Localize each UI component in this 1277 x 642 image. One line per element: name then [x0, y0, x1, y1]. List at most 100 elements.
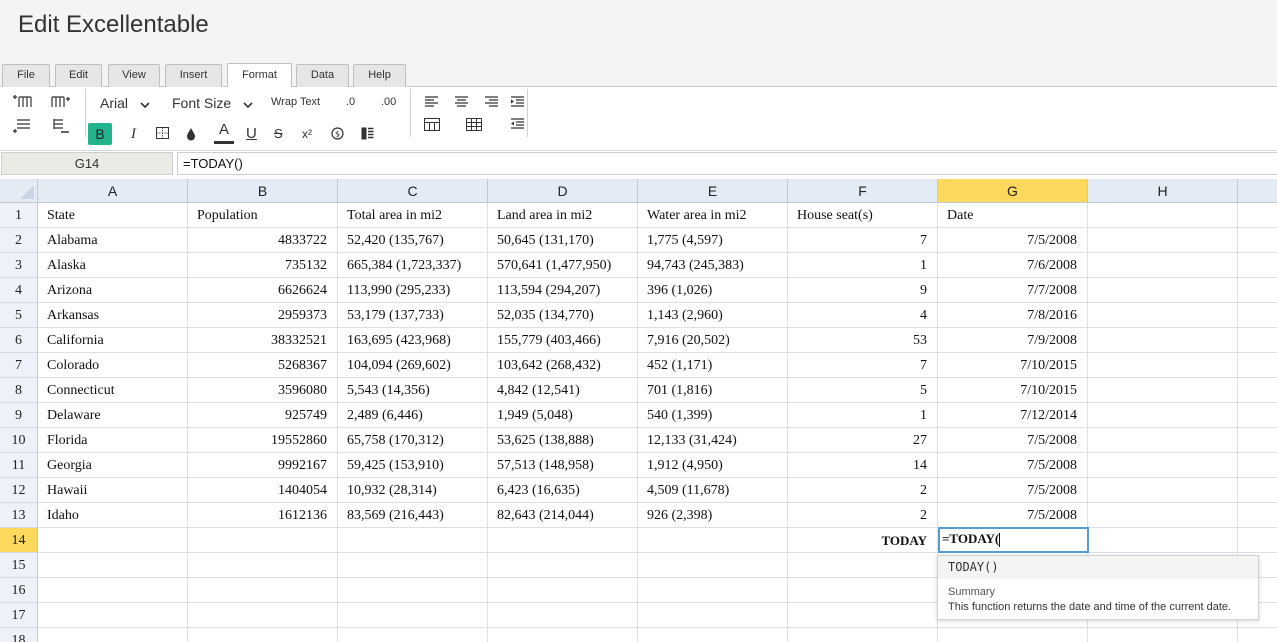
row-header-4[interactable]: 4 — [0, 278, 38, 303]
cell-f18[interactable] — [788, 628, 938, 642]
cell-e6[interactable]: 7,916 (20,502) — [638, 328, 788, 353]
cell-g4[interactable]: 7/7/2008 — [938, 278, 1088, 303]
italic-button[interactable]: I — [131, 127, 136, 142]
cell-h7[interactable] — [1088, 353, 1238, 378]
cell-next9[interactable] — [1238, 403, 1277, 428]
cell-h10[interactable] — [1088, 428, 1238, 453]
cell-g18[interactable] — [938, 628, 1088, 642]
indent-icon[interactable] — [511, 96, 524, 111]
cell-a13[interactable]: Idaho — [38, 503, 188, 528]
cell-h6[interactable] — [1088, 328, 1238, 353]
cell-a18[interactable] — [38, 628, 188, 642]
cell-next4[interactable] — [1238, 278, 1277, 303]
cell-b10[interactable]: 19552860 — [188, 428, 338, 453]
cell-f2[interactable]: 7 — [788, 228, 938, 253]
cell-f4[interactable]: 9 — [788, 278, 938, 303]
column-header-d[interactable]: D — [488, 179, 638, 203]
cell-d13[interactable]: 82,643 (214,044) — [488, 503, 638, 528]
cell-h4[interactable] — [1088, 278, 1238, 303]
column-header-c[interactable]: C — [338, 179, 488, 203]
row-header-7[interactable]: 7 — [0, 353, 38, 378]
cell-a3[interactable]: Alaska — [38, 253, 188, 278]
insert-row-below-icon[interactable] — [12, 118, 32, 138]
row-header-12[interactable]: 12 — [0, 478, 38, 503]
cell-e2[interactable]: 1,775 (4,597) — [638, 228, 788, 253]
cell-editor-input[interactable]: =TODAY( — [938, 527, 1089, 553]
cell-e7[interactable]: 452 (1,171) — [638, 353, 788, 378]
currency-icon[interactable]: $ — [331, 127, 344, 144]
tab-view[interactable]: View — [108, 64, 160, 87]
cell-f6[interactable]: 53 — [788, 328, 938, 353]
tab-file[interactable]: File — [2, 64, 50, 87]
cell-b8[interactable]: 3596080 — [188, 378, 338, 403]
cell-d3[interactable]: 570,641 (1,477,950) — [488, 253, 638, 278]
wrap-text-button[interactable]: Wrap Text — [271, 96, 320, 108]
cell-e17[interactable] — [638, 603, 788, 628]
align-right-icon[interactable] — [485, 96, 498, 111]
cell-a7[interactable]: Colorado — [38, 353, 188, 378]
cell-b15[interactable] — [188, 553, 338, 578]
cell-h13[interactable] — [1088, 503, 1238, 528]
cell-e1[interactable]: Water area in mi2 — [638, 203, 788, 228]
cell-f7[interactable]: 7 — [788, 353, 938, 378]
cell-h8[interactable] — [1088, 378, 1238, 403]
merge-cells-icon[interactable] — [424, 118, 440, 135]
cell-next3[interactable] — [1238, 253, 1277, 278]
row-header-13[interactable]: 13 — [0, 503, 38, 528]
cell-a14[interactable] — [38, 528, 188, 553]
cell-c14[interactable] — [338, 528, 488, 553]
cell-a4[interactable]: Arizona — [38, 278, 188, 303]
cell-next11[interactable] — [1238, 453, 1277, 478]
superscript-button[interactable]: x² — [302, 127, 312, 141]
cell-c6[interactable]: 163,695 (423,968) — [338, 328, 488, 353]
cell-g11[interactable]: 7/5/2008 — [938, 453, 1088, 478]
cell-g7[interactable]: 7/10/2015 — [938, 353, 1088, 378]
cell-g6[interactable]: 7/9/2008 — [938, 328, 1088, 353]
formula-input[interactable]: =TODAY() — [177, 152, 1277, 175]
cell-next2[interactable] — [1238, 228, 1277, 253]
cell-h2[interactable] — [1088, 228, 1238, 253]
cell-b3[interactable]: 735132 — [188, 253, 338, 278]
row-header-14[interactable]: 14 — [0, 528, 38, 553]
cell-g12[interactable]: 7/5/2008 — [938, 478, 1088, 503]
cell-d11[interactable]: 57,513 (148,958) — [488, 453, 638, 478]
cell-d18[interactable] — [488, 628, 638, 642]
row-header-1[interactable]: 1 — [0, 203, 38, 228]
cell-a2[interactable]: Alabama — [38, 228, 188, 253]
tab-format[interactable]: Format — [227, 63, 292, 87]
insert-row-above-icon[interactable] — [12, 94, 32, 112]
font-family-select[interactable]: Arial — [100, 95, 150, 112]
conditional-format-icon[interactable] — [361, 127, 374, 144]
cell-a12[interactable]: Hawaii — [38, 478, 188, 503]
cell-next5[interactable] — [1238, 303, 1277, 328]
cell-a6[interactable]: California — [38, 328, 188, 353]
cell-f13[interactable]: 2 — [788, 503, 938, 528]
cell-c11[interactable]: 59,425 (153,910) — [338, 453, 488, 478]
delete-row-icon[interactable] — [51, 118, 71, 138]
row-header-10[interactable]: 10 — [0, 428, 38, 453]
cell-reference-box[interactable]: G14 — [1, 152, 173, 175]
row-header-9[interactable]: 9 — [0, 403, 38, 428]
cell-d6[interactable]: 155,779 (403,466) — [488, 328, 638, 353]
cell-e15[interactable] — [638, 553, 788, 578]
cell-h12[interactable] — [1088, 478, 1238, 503]
outdent-icon[interactable] — [511, 118, 524, 133]
insert-column-icon[interactable] — [51, 94, 71, 112]
cell-g13[interactable]: 7/5/2008 — [938, 503, 1088, 528]
row-header-5[interactable]: 5 — [0, 303, 38, 328]
cell-c15[interactable] — [338, 553, 488, 578]
cell-b18[interactable] — [188, 628, 338, 642]
cell-a9[interactable]: Delaware — [38, 403, 188, 428]
row-header-11[interactable]: 11 — [0, 453, 38, 478]
row-header-17[interactable]: 17 — [0, 603, 38, 628]
tab-data[interactable]: Data — [296, 64, 349, 87]
cell-b9[interactable]: 925749 — [188, 403, 338, 428]
cell-d14[interactable] — [488, 528, 638, 553]
font-color-icon[interactable]: A — [214, 122, 234, 144]
cell-h18[interactable] — [1088, 628, 1238, 642]
cell-g9[interactable]: 7/12/2014 — [938, 403, 1088, 428]
tab-help[interactable]: Help — [353, 64, 406, 87]
cell-a11[interactable]: Georgia — [38, 453, 188, 478]
cell-next10[interactable] — [1238, 428, 1277, 453]
decrease-decimal-button[interactable]: .0 — [346, 96, 355, 108]
